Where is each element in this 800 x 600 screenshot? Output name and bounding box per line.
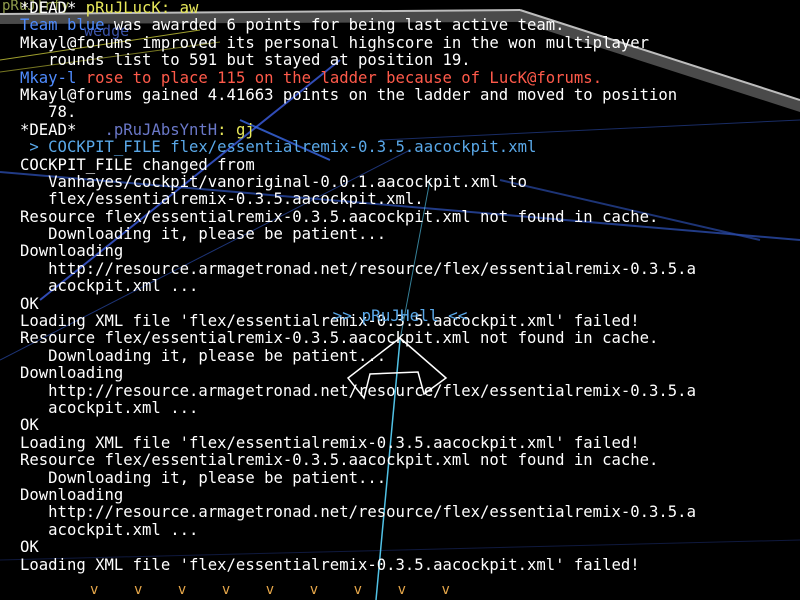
console-text: Mkayl@forums improved its personal highs… xyxy=(20,33,650,52)
console-text: > COCKPIT_FILE flex/essentialremix-0.3.5… xyxy=(20,138,537,157)
console-text: Downloading it, please be patient... xyxy=(20,346,387,365)
console-text: Downloading xyxy=(20,364,124,383)
console-line: Mkay-l rose to place 115 on the ladder b… xyxy=(20,68,800,87)
console-text: : gj xyxy=(217,120,255,139)
console-text: Resource flex/essentialremix-0.3.5.aacoc… xyxy=(20,329,659,348)
console-text: Downloading it, please be patient... xyxy=(20,468,387,487)
console-line: Downloading xyxy=(20,243,800,260)
console-text: Resource flex/essentialremix-0.3.5.aacoc… xyxy=(20,207,659,226)
console-line: Loading XML file 'flex/essentialremix-0.… xyxy=(20,555,800,574)
console-line: Mkayl@forums improved its personal highs… xyxy=(20,33,800,52)
console-text: *DEAD* xyxy=(20,120,96,139)
console-text: Downloading it, please be patient... xyxy=(20,225,387,244)
console-text: rounds list to 591 but stayed at positio… xyxy=(20,51,471,70)
console-line: Resource flex/essentialremix-0.3.5.aacoc… xyxy=(20,451,800,470)
console-text: was awarded 6 points for being last acti… xyxy=(104,16,565,35)
console-line: acockpit.xml ... xyxy=(20,398,800,417)
console-line: 78. xyxy=(20,104,800,121)
chevron-down-icon: v xyxy=(397,582,406,598)
console-line: Resource flex/essentialremix-0.3.5.aacoc… xyxy=(20,207,800,226)
direction-chevrons: vvvvvvvvv xyxy=(90,582,450,600)
console-line: http://resource.armagetronad.net/resourc… xyxy=(20,259,800,278)
console-text: rose to place 115 on the ladder because … xyxy=(76,68,603,87)
console-text: COCKPIT_FILE changed from xyxy=(20,155,255,174)
console-text: .pRuJAbsYntH xyxy=(95,120,218,139)
console-text: Downloading xyxy=(20,242,124,261)
console-line: *DEAD* pRuJLucK: aw xyxy=(20,0,800,17)
game-screen: pRuJ|rfy wedge *DEAD* pRuJLucK: aw Team b… xyxy=(0,0,800,600)
console-line: *DEAD* .pRuJAbsYntH: gj xyxy=(20,120,800,139)
console-text: OK xyxy=(20,538,39,557)
console-text: 78. xyxy=(20,103,77,122)
console-text: Resource flex/essentialremix-0.3.5.aacoc… xyxy=(20,451,659,470)
console-line: Mkayl@forums gained 4.41663 points on th… xyxy=(20,85,800,104)
chevron-down-icon: v xyxy=(441,582,450,598)
console-line: Downloading xyxy=(20,365,800,382)
console-line: Downloading it, please be patient... xyxy=(20,468,800,487)
console-text: Loading XML file 'flex/essentialremix-0.… xyxy=(20,555,640,574)
chevron-down-icon: v xyxy=(221,582,231,598)
console-line: acockpit.xml ... xyxy=(20,520,800,539)
console-line: Downloading it, please be patient... xyxy=(20,225,800,244)
console-line: OK xyxy=(20,538,800,557)
console-line: acockpit.xml ... xyxy=(20,278,800,295)
console-text: Team blue xyxy=(20,16,105,35)
console-text: acockpit.xml ... xyxy=(20,520,199,539)
chevron-down-icon: v xyxy=(177,582,187,598)
console-text: acockpit.xml ... xyxy=(20,277,199,296)
console-line: Loading XML file 'flex/essentialremix-0.… xyxy=(20,433,800,452)
console-text: http://resource.armagetronad.net/resourc… xyxy=(20,381,696,400)
console-text: http://resource.armagetronad.net/resourc… xyxy=(20,503,696,522)
console-line: COCKPIT_FILE changed from xyxy=(20,155,800,174)
console-line: http://resource.armagetronad.net/resourc… xyxy=(20,504,800,521)
chat-console: *DEAD* pRuJLucK: aw Team blue was awarded… xyxy=(20,0,800,574)
chevron-down-icon: v xyxy=(265,582,275,598)
console-text: flex/essentialremix-0.3.5.aacockpit.xml. xyxy=(20,190,424,209)
console-text: Mkayl@forums gained 4.41663 points on th… xyxy=(20,85,678,104)
console-text: Downloading xyxy=(20,485,124,504)
console-line: Team blue was awarded 6 points for being… xyxy=(20,17,800,34)
console-text: pRuJLucK: aw xyxy=(85,0,199,17)
console-text: OK xyxy=(20,416,39,435)
chevron-down-icon: v xyxy=(133,582,143,598)
console-text: *DEAD* xyxy=(20,0,86,17)
console-line: Resource flex/essentialremix-0.3.5.aacoc… xyxy=(20,330,800,347)
console-line: Vanhayes/cockpit/vanoriginal-0.0.1.aacoc… xyxy=(20,172,800,191)
console-line: Downloading it, please be patient... xyxy=(20,346,800,365)
console-line: http://resource.armagetronad.net/resourc… xyxy=(20,381,800,400)
console-line: OK xyxy=(20,417,800,434)
console-text: Vanhayes/cockpit/vanoriginal-0.0.1.aacoc… xyxy=(20,172,527,191)
console-line: flex/essentialremix-0.3.5.aacockpit.xml. xyxy=(20,191,800,208)
console-line: > COCKPIT_FILE flex/essentialremix-0.3.5… xyxy=(20,138,800,157)
console-text: Mkay-l xyxy=(20,68,77,87)
console-line: Downloading xyxy=(20,485,800,504)
console-text: acockpit.xml ... xyxy=(20,398,199,417)
chevron-down-icon: v xyxy=(309,582,319,598)
console-text: http://resource.armagetronad.net/resourc… xyxy=(20,259,696,278)
chevron-down-icon: v xyxy=(90,582,99,598)
spectate-target-message: >> pRuJHell << xyxy=(332,306,468,325)
console-line: rounds list to 591 but stayed at positio… xyxy=(20,51,800,70)
chevron-down-icon: v xyxy=(353,582,363,598)
console-text: Loading XML file 'flex/essentialremix-0.… xyxy=(20,433,640,452)
